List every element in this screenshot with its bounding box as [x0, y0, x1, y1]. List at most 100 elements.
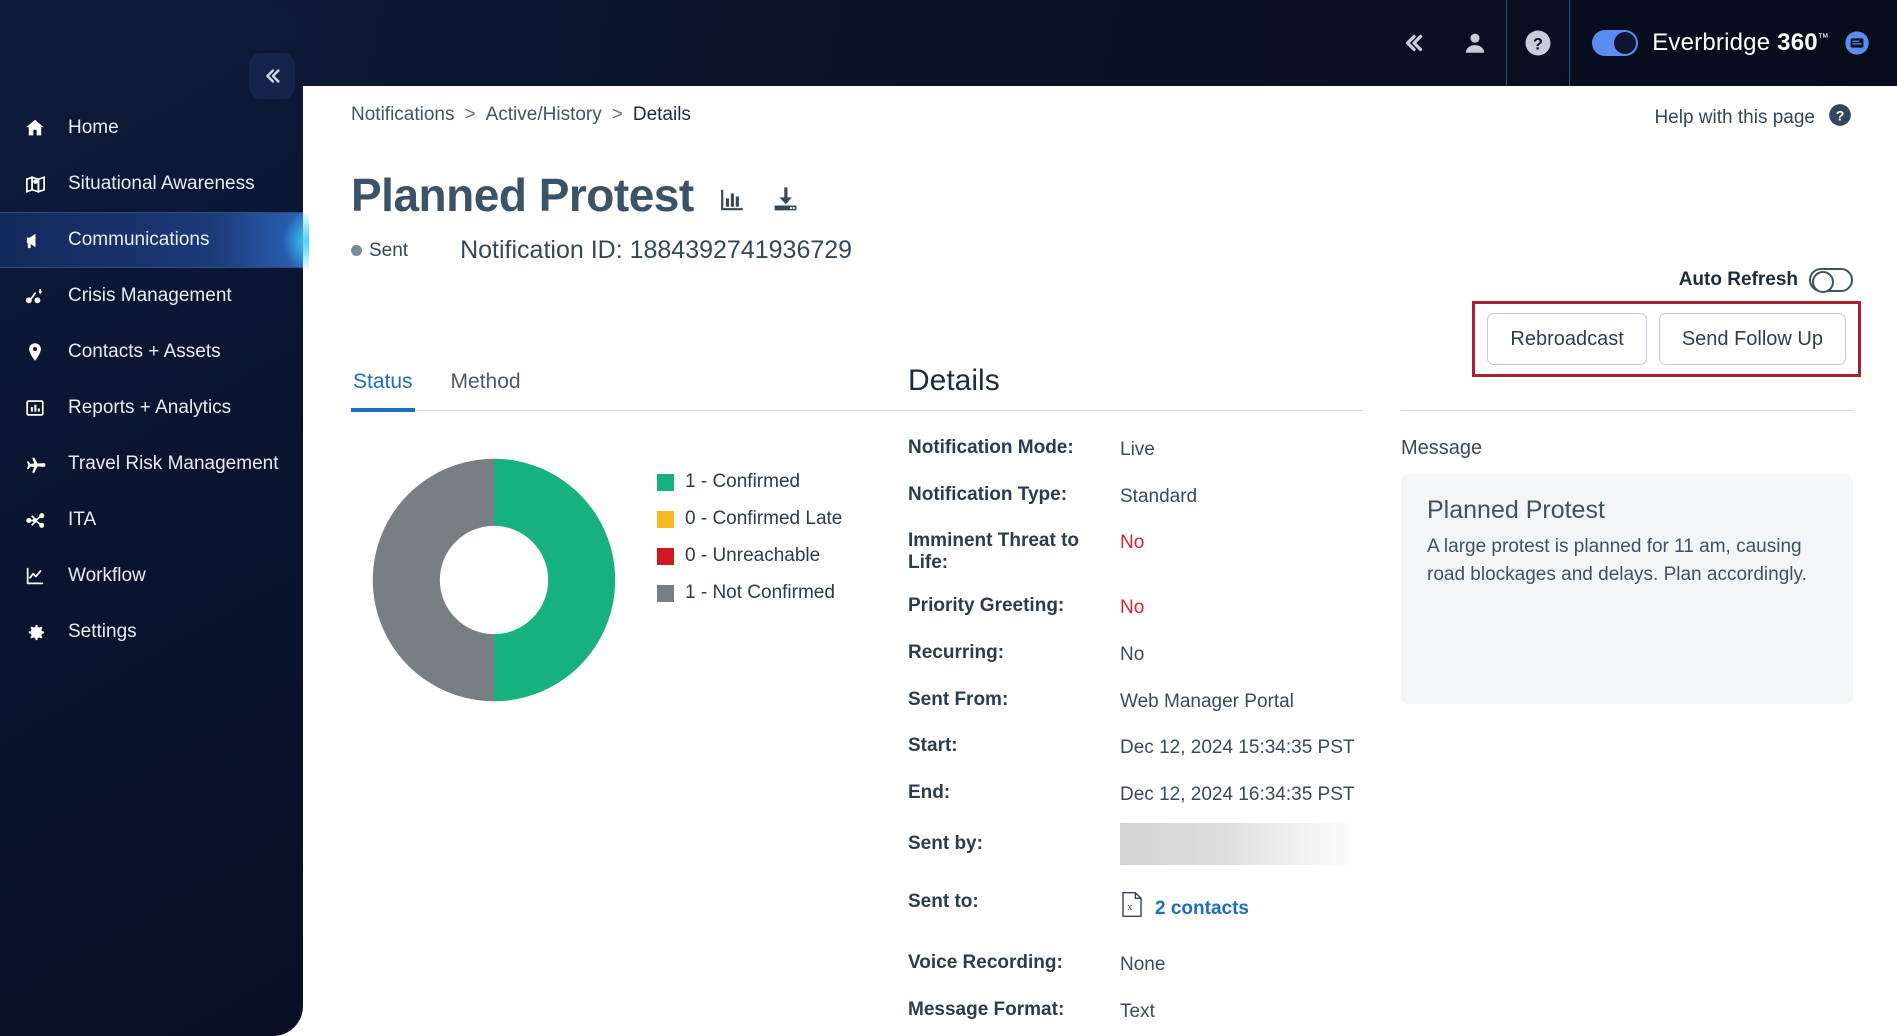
sidebar-item-label: Communications: [68, 229, 210, 250]
sidebar-item-situational-awareness[interactable]: Situational Awareness: [0, 156, 303, 212]
page-title: Planned Protest: [351, 169, 694, 221]
sent-to-contacts-link[interactable]: 2 contacts: [1155, 896, 1249, 922]
detail-label: End:: [908, 781, 951, 803]
help-link-label: Help with this page: [1654, 107, 1815, 128]
sidebar-item-travel-risk-management[interactable]: Travel Risk Management: [0, 436, 303, 492]
message-column-rule: [1401, 364, 1853, 411]
rebroadcast-button[interactable]: Rebroadcast: [1487, 313, 1647, 365]
breadcrumb-active-history[interactable]: Active/History: [486, 104, 602, 126]
detail-value: Live: [1120, 439, 1155, 460]
detail-row: Priority Greeting: No: [908, 595, 1363, 621]
details-heading: Details: [908, 364, 1363, 411]
sidebar: Home Situational Awareness Communication…: [0, 0, 309, 1036]
detail-row: Sent From: Web Manager Portal: [908, 689, 1363, 715]
detail-value: Standard: [1120, 485, 1198, 507]
detail-value-redacted: [1120, 823, 1348, 866]
bar-chart-icon[interactable]: [718, 185, 747, 222]
sidebar-item-communications[interactable]: Communications: [0, 211, 309, 271]
legend-item: 1 - Confirmed: [657, 471, 842, 493]
chart-legend: 1 - Confirmed 0 - Confirmed Late 0 - Unr…: [623, 451, 842, 619]
detail-label: Sent From:: [908, 688, 1009, 710]
status-label: Sent: [369, 239, 409, 261]
detail-row: Start: Dec 12, 2024 15:34:35 PST: [908, 735, 1363, 761]
sidebar-item-workflow[interactable]: Workflow: [0, 548, 303, 604]
sidebar-item-settings[interactable]: Settings: [0, 604, 303, 660]
confirmation-donut-chart: 1 - Confirmed 0 - Confirmed Late 0 - Unr…: [351, 411, 908, 709]
line-chart-icon: [22, 565, 48, 587]
detail-value: Dec 12, 2024 16:34:35 PST: [1120, 783, 1355, 805]
detail-label: Voice Recording:: [908, 952, 1063, 974]
megaphone-icon: [22, 229, 48, 252]
detail-value: No: [1120, 532, 1145, 554]
detail-label: Imminent Threat to Life:: [908, 530, 1080, 574]
detail-label: Sent by:: [908, 833, 983, 855]
help-circle-icon[interactable]: ?: [1507, 0, 1569, 86]
detail-label: Message Format:: [908, 998, 1065, 1020]
content-columns: Status Method 1 - Confirmed 0 - Confirme…: [303, 364, 1897, 1036]
detail-label: Recurring:: [908, 641, 1005, 663]
sidebar-collapse-button[interactable]: [249, 53, 295, 99]
breadcrumb-notifications[interactable]: Notifications: [351, 104, 455, 126]
help-with-this-page-link[interactable]: Help with this page ?: [1654, 102, 1853, 134]
subtitle-row: Sent Notification ID: 1884392741936729: [303, 222, 1897, 265]
sidebar-item-label: Situational Awareness: [68, 173, 255, 194]
sidebar-item-home[interactable]: Home: [0, 100, 303, 156]
details-list: Notification Mode: Live Notification Typ…: [908, 411, 1363, 1036]
sidebar-item-label: Contacts + Assets: [68, 341, 221, 362]
detail-row: Recurring: No: [908, 642, 1363, 668]
detail-row: Voice Recording: None: [908, 952, 1363, 978]
help-circle-icon: ?: [1827, 102, 1853, 134]
status-dot-icon: [351, 245, 362, 256]
everbridge-360-label: Everbridge 360™: [1652, 29, 1829, 56]
tab-method[interactable]: Method: [449, 364, 523, 412]
sidebar-item-label: Settings: [68, 621, 137, 642]
legend-label: 1 - Not Confirmed: [685, 582, 835, 603]
chat-icon[interactable]: [1843, 29, 1871, 57]
legend-label: 0 - Unreachable: [685, 545, 821, 566]
airplane-icon: [22, 453, 48, 476]
user-icon[interactable]: [1444, 0, 1506, 86]
legend-swatch-confirmed-late: [657, 510, 674, 528]
sidebar-item-crisis-management[interactable]: Crisis Management: [0, 268, 303, 324]
breadcrumb-separator-2: >: [611, 104, 623, 125]
detail-value: None: [1120, 954, 1166, 976]
tab-status[interactable]: Status: [351, 364, 415, 412]
send-follow-up-button[interactable]: Send Follow Up: [1658, 313, 1846, 365]
gear-icon: [22, 621, 48, 644]
sidebar-item-label: Workflow: [68, 565, 146, 586]
message-column: Message Planned Protest A large protest …: [1363, 364, 1897, 1036]
message-body: A large protest is planned for 11 am, ca…: [1427, 536, 1807, 585]
map-pin-icon: [22, 173, 48, 196]
breadcrumb-details: Details: [632, 104, 691, 125]
bar-chart-icon: [22, 397, 48, 419]
auto-refresh-control[interactable]: Auto Refresh: [1679, 268, 1853, 293]
sidebar-item-label: Home: [68, 117, 119, 138]
sidebar-item-reports-analytics[interactable]: Reports + Analytics: [0, 380, 303, 436]
detail-value: No: [1120, 597, 1145, 619]
details-column: Details Notification Mode: Live Notifica…: [908, 364, 1363, 1036]
detail-label: Start:: [908, 735, 958, 757]
main-content: Notifications > Active/History > Details…: [303, 86, 1897, 1036]
message-label: Message: [1401, 437, 1483, 459]
download-icon[interactable]: [771, 185, 800, 222]
status-column: Status Method 1 - Confirmed 0 - Confirme…: [303, 364, 941, 1036]
detail-row: Sent by:: [908, 823, 1363, 866]
auto-refresh-toggle[interactable]: [1809, 268, 1853, 293]
scatter-nodes-icon: [22, 509, 48, 532]
sidebar-item-contacts-assets[interactable]: Contacts + Assets: [0, 324, 303, 380]
svg-text:x: x: [1127, 903, 1132, 914]
sidebar-item-label: Travel Risk Management: [68, 453, 279, 474]
collapse-panel-icon[interactable]: [1382, 0, 1444, 86]
sidebar-item-ita[interactable]: ITA: [0, 492, 303, 548]
sidebar-item-label: Reports + Analytics: [68, 397, 232, 418]
detail-row: Message Format: Text: [908, 999, 1363, 1025]
everbridge-360-switcher[interactable]: Everbridge 360™: [1570, 29, 1897, 57]
legend-label: 1 - Confirmed: [685, 471, 801, 492]
network-nodes-icon: [22, 285, 48, 308]
detail-row: Notification Type: Standard: [908, 484, 1363, 510]
detail-label: Notification Type:: [908, 483, 1068, 505]
status-tabs: Status Method: [351, 364, 941, 412]
slice-confirmed: [494, 458, 616, 702]
sidebar-item-label: Crisis Management: [68, 285, 232, 306]
everbridge-360-toggle[interactable]: [1592, 30, 1639, 56]
